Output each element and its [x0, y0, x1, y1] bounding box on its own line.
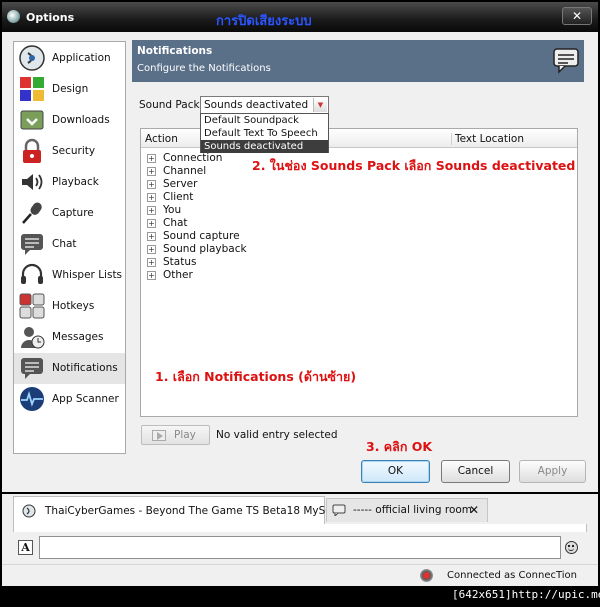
sound-pack-option-selected[interactable]: Sounds deactivated [201, 140, 328, 153]
chat-bubble-icon [553, 48, 579, 74]
design-palette-icon [20, 77, 44, 101]
expand-icon[interactable]: + [147, 258, 156, 267]
sidebar-item-label: Chat [52, 238, 77, 250]
speaker-icon [22, 174, 43, 190]
app-icon [7, 10, 20, 23]
apply-button[interactable]: Apply [519, 460, 586, 483]
app-scanner-icon [20, 387, 44, 411]
expand-icon[interactable]: + [147, 180, 156, 189]
sidebar-item-playback[interactable]: Playback [14, 167, 125, 198]
sidebar-item-label: Playback [52, 176, 99, 188]
expand-icon[interactable]: + [147, 245, 156, 254]
sidebar-item-label: Hotkeys [52, 300, 95, 312]
sidebar-item-capture[interactable]: Capture [14, 198, 125, 229]
tab-label: ThaiCyberGames - Beyond The Game TS Beta… [45, 505, 364, 517]
text-format-icon[interactable]: A [18, 540, 33, 555]
title-bar: Options การปิดเสียงระบบ ✕ [2, 2, 598, 32]
lock-icon [23, 138, 41, 163]
sidebar-item-label: Security [52, 145, 96, 157]
section-header: Notifications Configure the Notification… [132, 40, 584, 82]
section-subtitle: Configure the Notifications [137, 63, 271, 74]
chat-window: ThaiCyberGames - Beyond The Game TS Beta… [2, 494, 598, 586]
microphone-icon [22, 202, 42, 224]
sound-pack-option[interactable]: Default Soundpack [201, 114, 328, 127]
hotkeys-icon [19, 293, 45, 319]
annotation-step-1: 1. เลือก Notifications (ด้านซ้าย) [155, 369, 357, 384]
expand-icon[interactable]: + [147, 232, 156, 241]
column-header-text-location[interactable]: Text Location [451, 133, 524, 145]
sidebar-item-application[interactable]: Application [14, 43, 125, 74]
sidebar-item-label: Design [52, 83, 89, 95]
chat-bubble-icon [332, 504, 346, 516]
sidebar-item-label: Whisper Lists [52, 269, 123, 281]
annotation-step-3: 3. คลิก OK [366, 439, 433, 454]
smiley-icon[interactable] [565, 541, 578, 554]
sidebar-item-hotkeys[interactable]: Hotkeys [14, 291, 125, 322]
notifications-icon [21, 358, 43, 379]
sidebar-item-label: Messages [52, 331, 104, 343]
sidebar-item-messages[interactable]: Messages [14, 322, 125, 353]
downloads-icon [20, 110, 44, 130]
expand-icon[interactable]: + [147, 206, 156, 215]
messages-icon [21, 327, 45, 349]
expand-icon[interactable]: + [147, 167, 156, 176]
play-status-text: No valid entry selected [216, 429, 338, 441]
sound-pack-value: Sounds deactivated [204, 99, 309, 111]
sound-pack-dropdown-list: Default Soundpack Default Text To Speech… [200, 113, 329, 153]
teamspeak-logo-icon [19, 45, 45, 71]
connection-status-text: Connected as ConnecTion [447, 570, 578, 581]
window-title: Options [26, 11, 75, 24]
close-tab-icon[interactable]: ✕ [469, 503, 479, 517]
play-label: Play [174, 429, 196, 441]
chat-icon [21, 234, 43, 255]
sidebar-item-notifications[interactable]: Notifications [14, 353, 125, 384]
sidebar-item-chat[interactable]: Chat [14, 229, 125, 260]
sidebar-item-whisper-lists[interactable]: Whisper Lists [14, 260, 125, 291]
expand-icon[interactable]: + [147, 219, 156, 228]
expand-icon[interactable]: + [147, 271, 156, 280]
ok-button[interactable]: OK [361, 460, 430, 483]
chevron-down-icon[interactable]: ▼ [313, 98, 327, 112]
sound-pack-label: Sound Pack: [139, 99, 204, 111]
section-title: Notifications [137, 45, 213, 57]
sidebar-item-label: Downloads [52, 114, 110, 126]
sound-pack-select[interactable]: Sounds deactivated ▼ [200, 96, 329, 114]
annotation-step-2: 2. ในช่อง Sounds Pack เลือก Sounds deact… [252, 158, 576, 173]
options-dialog: Application Design Downloads Security Pl… [2, 32, 598, 492]
sidebar-item-downloads[interactable]: Downloads [14, 105, 125, 136]
connection-status-icon [420, 569, 433, 582]
tab-channel[interactable]: ----- official living room ✕ [326, 498, 488, 522]
sound-pack-option[interactable]: Default Text To Speech [201, 127, 328, 140]
expand-icon[interactable]: + [147, 154, 156, 163]
sidebar: Application Design Downloads Security Pl… [13, 41, 126, 454]
sidebar-item-label: Application [52, 52, 111, 64]
column-header-action[interactable]: Action [145, 133, 178, 145]
teamspeak-logo-icon [22, 504, 36, 518]
sidebar-item-design[interactable]: Design [14, 74, 125, 105]
play-button[interactable]: Play [141, 425, 210, 445]
tab-server[interactable]: ThaiCyberGames - Beyond The Game TS Beta… [13, 496, 363, 524]
headset-icon [21, 263, 43, 284]
chat-input[interactable] [39, 536, 561, 559]
sidebar-item-label: Notifications [52, 362, 118, 374]
sidebar-item-label: App Scanner [52, 393, 119, 405]
thai-title-overlay: การปิดเสียงระบบ [216, 14, 312, 29]
status-bar: Connected as ConnecTion [2, 564, 598, 586]
play-icon [152, 430, 166, 441]
window-frame: Options การปิดเสียงระบบ ✕ Application De… [0, 0, 600, 607]
chat-log [13, 524, 587, 532]
cancel-button[interactable]: Cancel [441, 460, 510, 483]
tab-label: ----- official living room [353, 504, 473, 516]
sidebar-item-label: Capture [52, 207, 94, 219]
close-button[interactable]: ✕ [562, 7, 592, 25]
watermark: [642x651]http://upic.me/ [452, 588, 600, 601]
sidebar-item-security[interactable]: Security [14, 136, 125, 167]
sidebar-item-app-scanner[interactable]: App Scanner [14, 384, 125, 415]
expand-icon[interactable]: + [147, 193, 156, 202]
